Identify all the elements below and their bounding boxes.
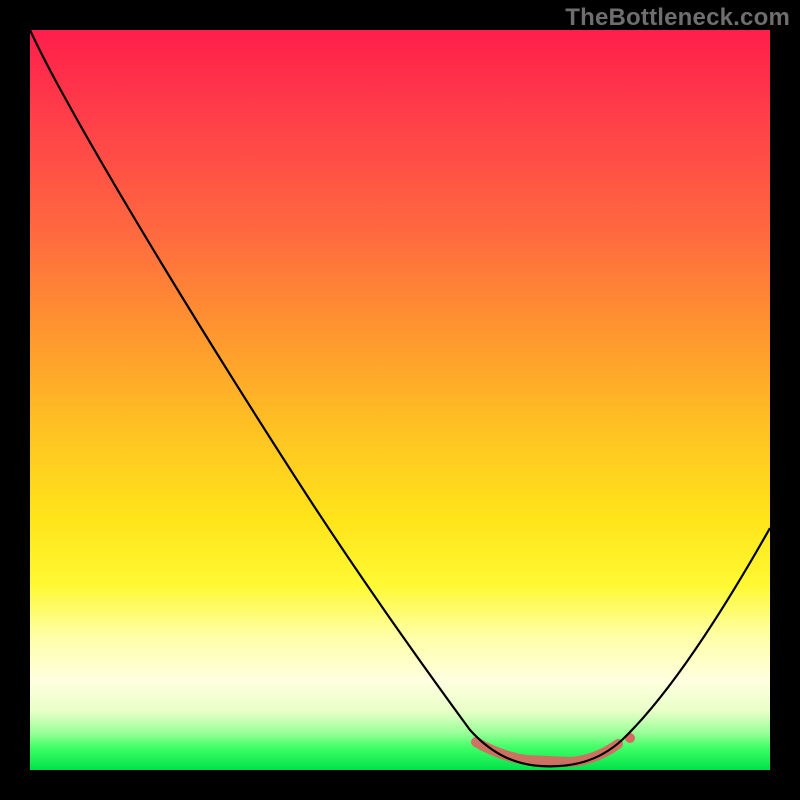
chart-container: TheBottleneck.com xyxy=(0,0,800,800)
main-curve-line xyxy=(30,30,770,766)
bottleneck-curve xyxy=(30,30,770,770)
plot-area xyxy=(30,30,770,770)
watermark-text: TheBottleneck.com xyxy=(565,4,790,32)
